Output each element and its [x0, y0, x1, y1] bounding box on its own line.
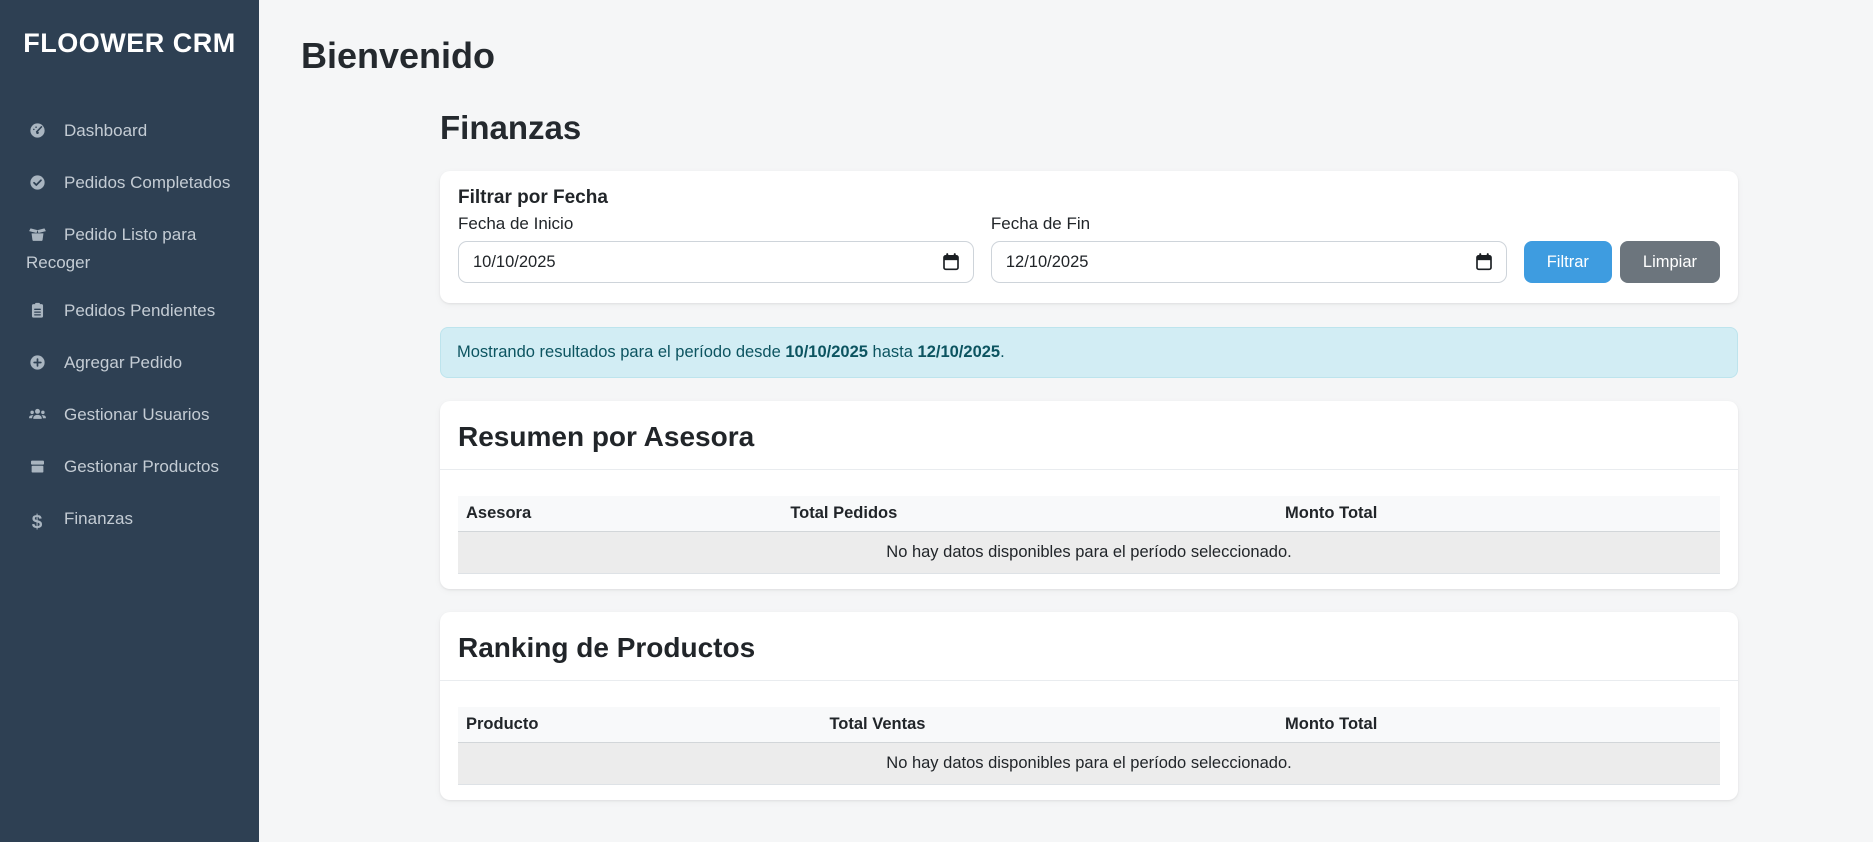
advisor-summary-title: Resumen por Asesora: [458, 419, 1720, 454]
end-date-label: Fecha de Fin: [991, 214, 1507, 234]
clear-button[interactable]: Limpiar: [1620, 241, 1720, 283]
sidebar-item-label: Gestionar Productos: [64, 457, 219, 476]
start-date-field: Fecha de Inicio: [458, 214, 974, 283]
filter-buttons: Filtrar Limpiar: [1524, 241, 1720, 283]
table-header-row: Producto Total Ventas Monto Total: [458, 707, 1720, 743]
sidebar-item-label: Pedido Listo para Recoger: [26, 225, 196, 272]
end-date-field: Fecha de Fin: [991, 214, 1507, 283]
calendar-icon[interactable]: [1474, 252, 1494, 272]
product-ranking-table: Producto Total Ventas Monto Total No hay…: [458, 707, 1720, 785]
clipboard-list-icon: [26, 301, 48, 327]
sidebar: FLOOWER CRM Dashboard Pedidos Completado…: [0, 0, 259, 842]
end-date-input[interactable]: [991, 241, 1507, 283]
start-date-input[interactable]: [458, 241, 974, 283]
sidebar-item-dashboard[interactable]: Dashboard: [0, 107, 259, 159]
main-content: Bienvenido Finanzas Filtrar por Fecha Fe…: [259, 0, 1873, 842]
sidebar-item-agregar-pedido[interactable]: Agregar Pedido: [0, 339, 259, 391]
product-ranking-body: Producto Total Ventas Monto Total No hay…: [440, 681, 1738, 800]
sidebar-item-label: Pedidos Completados: [64, 173, 230, 192]
check-circle-icon: [26, 173, 48, 199]
sidebar-item-pedidos-pendientes[interactable]: Pedidos Pendientes: [0, 287, 259, 339]
column-header-asesora: Asesora: [458, 496, 782, 532]
date-filter-card: Filtrar por Fecha Fecha de Inicio Fecha …: [440, 171, 1738, 303]
alert-text-middle: hasta: [868, 343, 918, 361]
alert-start-date: 10/10/2025: [785, 343, 868, 361]
sidebar-item-gestionar-productos[interactable]: Gestionar Productos: [0, 443, 259, 495]
end-date-input-wrap: [991, 241, 1507, 283]
results-period-alert: Mostrando resultados para el período des…: [440, 327, 1738, 378]
filter-button[interactable]: Filtrar: [1524, 241, 1612, 283]
empty-state-message: No hay datos disponibles para el período…: [458, 743, 1720, 785]
sidebar-item-label: Agregar Pedido: [64, 353, 182, 372]
section-title: Finanzas: [440, 109, 1738, 147]
filter-row: Fecha de Inicio Fecha de Fin Filtrar: [458, 214, 1720, 283]
page-title: Bienvenido: [301, 34, 1873, 77]
column-header-monto-total: Monto Total: [1277, 496, 1720, 532]
start-date-label: Fecha de Inicio: [458, 214, 974, 234]
alert-text-prefix: Mostrando resultados para el período des…: [457, 343, 785, 361]
table-header-row: Asesora Total Pedidos Monto Total: [458, 496, 1720, 532]
calendar-icon[interactable]: [941, 252, 961, 272]
product-ranking-title: Ranking de Productos: [458, 630, 1720, 665]
start-date-input-wrap: [458, 241, 974, 283]
sidebar-item-label: Finanzas: [64, 509, 133, 528]
box-icon: [26, 457, 48, 483]
users-icon: [26, 405, 48, 431]
sidebar-nav: Dashboard Pedidos Completados Pedido Lis…: [0, 107, 259, 547]
product-ranking-header: Ranking de Productos: [440, 612, 1738, 681]
column-header-total-ventas: Total Ventas: [821, 707, 1277, 743]
sidebar-item-label: Gestionar Usuarios: [64, 405, 210, 424]
app-title: FLOOWER CRM: [0, 0, 259, 59]
table-row: No hay datos disponibles para el período…: [458, 743, 1720, 785]
advisor-summary-body: Asesora Total Pedidos Monto Total No hay…: [440, 470, 1738, 589]
sidebar-item-label: Dashboard: [64, 121, 147, 140]
sidebar-item-gestionar-usuarios[interactable]: Gestionar Usuarios: [0, 391, 259, 443]
empty-state-message: No hay datos disponibles para el período…: [458, 532, 1720, 574]
finanzas-section: Finanzas Filtrar por Fecha Fecha de Inic…: [440, 109, 1738, 800]
box-open-icon: [26, 225, 48, 251]
dollar-icon: $: [26, 511, 48, 535]
column-header-total-pedidos: Total Pedidos: [782, 496, 1277, 532]
gauge-icon: [26, 121, 48, 147]
column-header-monto-total: Monto Total: [1277, 707, 1720, 743]
sidebar-item-label: Pedidos Pendientes: [64, 301, 215, 320]
sidebar-item-finanzas[interactable]: $ Finanzas: [0, 495, 259, 547]
sidebar-item-pedidos-completados[interactable]: Pedidos Completados: [0, 159, 259, 211]
advisor-summary-card: Resumen por Asesora Asesora Total Pedido…: [440, 401, 1738, 589]
filter-title: Filtrar por Fecha: [458, 187, 1720, 209]
column-header-producto: Producto: [458, 707, 821, 743]
plus-circle-icon: [26, 353, 48, 379]
product-ranking-card: Ranking de Productos Producto Total Vent…: [440, 612, 1738, 800]
table-row: No hay datos disponibles para el período…: [458, 532, 1720, 574]
advisor-summary-header: Resumen por Asesora: [440, 401, 1738, 470]
alert-text-suffix: .: [1000, 343, 1005, 361]
sidebar-item-pedido-listo[interactable]: Pedido Listo para Recoger: [0, 211, 259, 287]
alert-end-date: 12/10/2025: [918, 343, 1001, 361]
advisor-summary-table: Asesora Total Pedidos Monto Total No hay…: [458, 496, 1720, 574]
